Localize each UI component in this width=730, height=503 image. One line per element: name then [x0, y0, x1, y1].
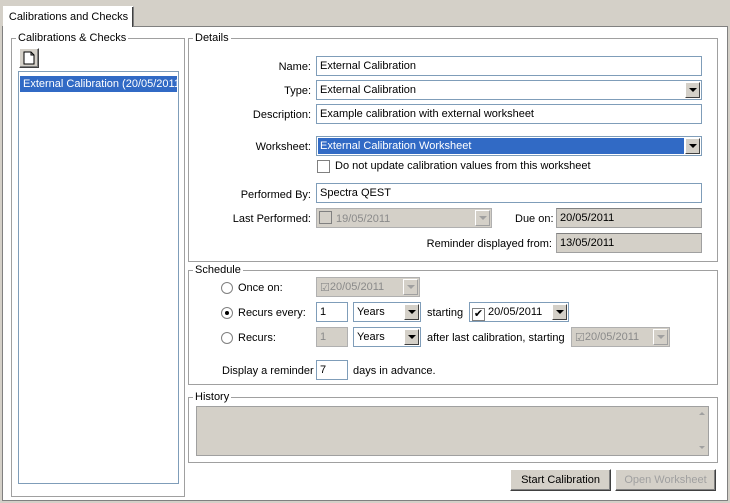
description-input[interactable]: Example calibration with external worksh…	[316, 104, 702, 124]
chevron-down-icon[interactable]	[404, 304, 419, 320]
worksheet-select-value: External Calibration Worksheet	[318, 138, 684, 154]
list-item[interactable]: External Calibration (20/05/2011)	[20, 76, 177, 92]
recurs-every-input[interactable]: 1	[316, 302, 348, 322]
worksheet-select[interactable]: External Calibration Worksheet	[316, 136, 702, 156]
chevron-down-icon[interactable]	[685, 82, 700, 98]
starting-date: 20/05/2011	[488, 306, 543, 318]
chevron-down-icon	[475, 210, 490, 226]
recurs-unit-select[interactable]: Years	[353, 327, 421, 347]
new-calibration-button[interactable]	[19, 48, 39, 68]
starting-datepicker[interactable]: ✔ 20/05/2011	[469, 302, 569, 322]
new-document-icon	[23, 51, 35, 65]
last-performed-label: Last Performed:	[232, 213, 311, 225]
recurs-input: 1	[316, 327, 348, 347]
due-on-value: 20/05/2011	[556, 208, 702, 228]
description-label: Description:	[252, 109, 311, 121]
once-on-radio[interactable]	[221, 282, 233, 294]
after-last-label: after last calibration, starting	[427, 332, 565, 344]
reminder-from-label: Reminder displayed from:	[426, 238, 552, 250]
worksheet-label: Worksheet:	[255, 141, 311, 153]
calibrations-list[interactable]: External Calibration (20/05/2011)	[18, 71, 179, 484]
reminder-days-input[interactable]: 7	[316, 360, 348, 380]
details-group-title: Details	[195, 32, 229, 44]
performed-by-input[interactable]: Spectra QEST	[316, 183, 702, 203]
last-performed-datepicker: 19/05/2011	[316, 208, 492, 228]
recurs-every-unit-value: Years	[357, 306, 385, 318]
chevron-down-icon[interactable]	[685, 138, 700, 154]
scroll-down-icon	[699, 446, 705, 449]
start-calibration-button[interactable]: Start Calibration	[510, 469, 611, 491]
recurs-every-unit-select[interactable]: Years	[353, 302, 421, 322]
scroll-up-icon	[699, 412, 705, 415]
recurs-radio[interactable]	[221, 332, 233, 344]
once-on-check-icon: ☑	[320, 282, 330, 294]
last-performed-checkbox	[319, 211, 332, 224]
history-textarea	[196, 406, 709, 456]
once-on-datepicker: ☑20/05/2011	[316, 277, 420, 297]
calibrations-group-title: Calibrations & Checks	[18, 32, 127, 44]
schedule-group-title: Schedule	[195, 264, 241, 276]
type-label: Type:	[284, 85, 311, 97]
no-update-checkbox[interactable]	[317, 160, 330, 173]
reminder-label: Display a reminder	[222, 365, 314, 377]
chevron-down-icon[interactable]	[552, 304, 567, 320]
chevron-down-icon	[403, 279, 418, 295]
once-on-label: Once on:	[238, 282, 283, 294]
after-last-check-icon: ☑	[575, 332, 585, 344]
starting-check-icon[interactable]: ✔	[472, 308, 485, 321]
after-last-datepicker: ☑20/05/2011	[571, 327, 670, 347]
reminder-suffix-label: days in advance.	[353, 365, 436, 377]
type-select-value: External Calibration	[320, 84, 416, 96]
chevron-down-icon	[653, 329, 668, 345]
last-performed-date: 19/05/2011	[336, 213, 391, 225]
once-on-date: 20/05/2011	[329, 281, 385, 293]
open-worksheet-button[interactable]: Open Worksheet	[615, 469, 716, 491]
name-label: Name:	[278, 61, 311, 73]
no-update-label: Do not update calibration values from th…	[335, 160, 591, 172]
name-input[interactable]: External Calibration	[316, 56, 702, 76]
tab-calibrations-and-checks[interactable]: Calibrations and Checks	[3, 6, 134, 27]
starting-label: starting	[427, 307, 464, 319]
performed-by-label: Performed By:	[240, 189, 311, 201]
recurs-label: Recurs:	[238, 332, 276, 344]
after-last-date: 20/05/2011	[584, 331, 640, 343]
recurs-unit-value: Years	[357, 331, 385, 343]
reminder-from-value: 13/05/2011	[556, 233, 702, 253]
history-group-title: History	[195, 391, 230, 403]
chevron-down-icon[interactable]	[404, 329, 419, 345]
type-select[interactable]: External Calibration	[316, 80, 702, 100]
recurs-every-radio[interactable]	[221, 307, 233, 319]
recurs-every-label: Recurs every:	[238, 307, 306, 319]
due-on-label: Due on:	[515, 213, 554, 225]
